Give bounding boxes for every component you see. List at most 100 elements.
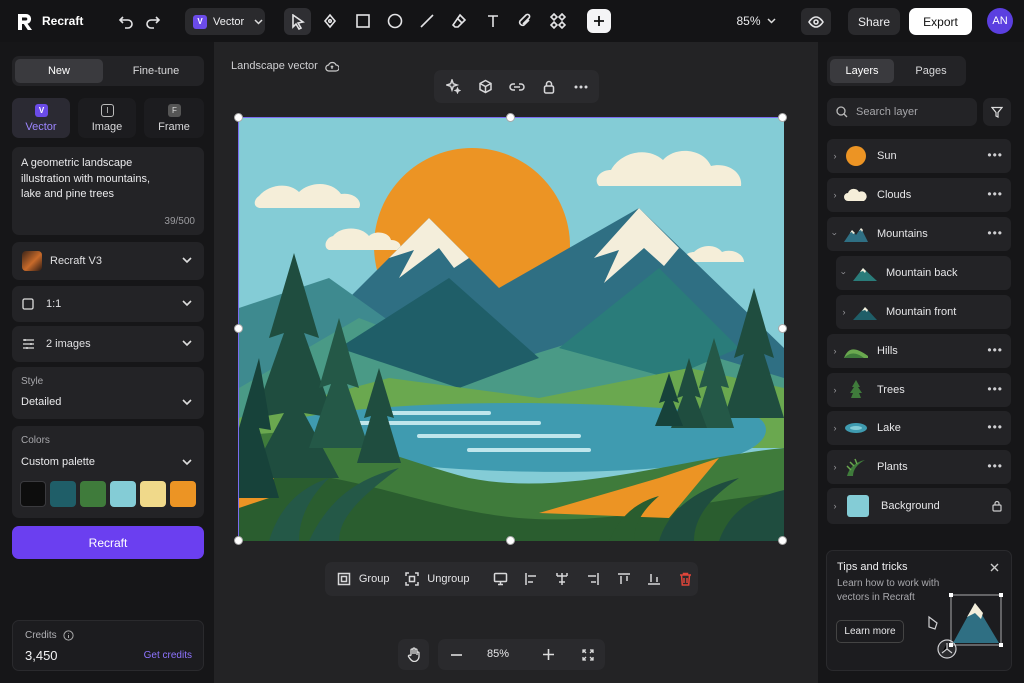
align-left-icon[interactable]: [518, 562, 544, 596]
3d-cube-icon[interactable]: [469, 70, 501, 103]
expand-chevron-icon[interactable]: ›: [827, 501, 843, 511]
resize-handle-bottom-left[interactable]: [234, 536, 243, 545]
resize-handle-left[interactable]: [234, 324, 243, 333]
canvas-title[interactable]: Landscape vector: [231, 60, 318, 72]
layer-more-icon[interactable]: •••: [987, 188, 1003, 200]
align-center-icon[interactable]: [549, 562, 575, 596]
layer-row-clouds[interactable]: › Clouds •••: [827, 178, 1011, 212]
resize-handle-top-left[interactable]: [234, 113, 243, 122]
avatar[interactable]: AN: [987, 8, 1013, 34]
layer-row-background[interactable]: › Background: [827, 488, 1011, 524]
delete-icon[interactable]: [672, 562, 698, 596]
group-button[interactable]: Group: [359, 573, 390, 585]
select-tool-icon[interactable]: [284, 8, 311, 35]
layer-more-icon[interactable]: •••: [987, 227, 1003, 239]
recraft-generate-button[interactable]: Recraft: [12, 526, 204, 559]
artwork-selection[interactable]: [238, 117, 784, 541]
learn-more-button[interactable]: Learn more: [836, 620, 904, 643]
layer-search[interactable]: Search layer: [827, 98, 977, 126]
resize-handle-bottom-right[interactable]: [778, 536, 787, 545]
lock-icon[interactable]: [533, 70, 565, 103]
resize-handle-top[interactable]: [506, 113, 515, 122]
zoom-dropdown[interactable]: 85%: [728, 9, 784, 33]
pen-tool-icon[interactable]: [318, 9, 342, 33]
eraser-tool-icon[interactable]: [447, 9, 471, 33]
collapse-chevron-icon[interactable]: ›: [839, 265, 849, 281]
hand-tool-icon[interactable]: [398, 639, 429, 670]
attach-tool-icon[interactable]: [513, 9, 537, 33]
ratio-dropdown[interactable]: 1:1: [12, 286, 204, 322]
type-vector[interactable]: V Vector: [12, 98, 70, 138]
text-tool-icon[interactable]: [481, 9, 505, 33]
resize-handle-top-right[interactable]: [778, 113, 787, 122]
chevron-down-icon[interactable]: [182, 459, 192, 466]
zoom-out-icon[interactable]: [442, 639, 470, 670]
image-count-dropdown[interactable]: 2 images: [12, 326, 204, 362]
preview-eye-icon[interactable]: [801, 8, 831, 35]
layer-row-mountain-back[interactable]: › Mountain back: [836, 256, 1011, 290]
search-input[interactable]: Search layer: [856, 106, 918, 118]
layer-more-icon[interactable]: •••: [987, 149, 1003, 161]
layer-row-mountains[interactable]: › Mountains •••: [827, 217, 1011, 251]
tab-new[interactable]: New: [15, 59, 103, 83]
recraft-logo-icon[interactable]: [14, 11, 36, 33]
layer-row-mountain-front[interactable]: › Mountain front: [836, 295, 1011, 329]
align-top-icon[interactable]: [611, 562, 637, 596]
expand-chevron-icon[interactable]: ›: [827, 423, 843, 433]
resize-handle-right[interactable]: [778, 324, 787, 333]
expand-chevron-icon[interactable]: ›: [827, 462, 843, 472]
color-swatch[interactable]: [110, 481, 136, 507]
collapse-chevron-icon[interactable]: ›: [830, 226, 840, 242]
components-tool-icon[interactable]: [546, 9, 570, 33]
type-frame[interactable]: F Frame: [144, 98, 204, 138]
expand-chevron-icon[interactable]: ›: [827, 385, 843, 395]
layer-more-icon[interactable]: •••: [987, 460, 1003, 472]
expand-chevron-icon[interactable]: ›: [827, 346, 843, 356]
layer-more-icon[interactable]: •••: [987, 383, 1003, 395]
layer-row-sun[interactable]: › Sun •••: [827, 139, 1011, 173]
expand-chevron-icon[interactable]: ›: [827, 151, 843, 161]
layer-row-trees[interactable]: › Trees •••: [827, 373, 1011, 407]
expand-chevron-icon[interactable]: ›: [836, 307, 852, 317]
layer-more-icon[interactable]: •••: [987, 344, 1003, 356]
resize-handle-bottom[interactable]: [506, 536, 515, 545]
color-swatch[interactable]: [50, 481, 76, 507]
rectangle-tool-icon[interactable]: [351, 9, 375, 33]
line-tool-icon[interactable]: [415, 9, 439, 33]
layer-row-plants[interactable]: › Plants •••: [827, 450, 1011, 484]
lock-icon[interactable]: [992, 500, 1002, 512]
add-icon[interactable]: [587, 9, 611, 33]
layer-more-icon[interactable]: •••: [987, 421, 1003, 433]
get-credits-link[interactable]: Get credits: [144, 650, 192, 661]
tab-pages[interactable]: Pages: [899, 59, 963, 83]
type-image[interactable]: I Image: [78, 98, 136, 138]
export-button[interactable]: Export: [909, 8, 972, 35]
redo-icon[interactable]: [141, 9, 165, 33]
layer-row-hills[interactable]: › Hills •••: [827, 334, 1011, 368]
filter-icon[interactable]: [983, 98, 1011, 126]
share-button[interactable]: Share: [848, 8, 900, 35]
more-options-icon[interactable]: [565, 70, 597, 103]
color-swatch[interactable]: [140, 481, 166, 507]
expand-chevron-icon[interactable]: ›: [827, 190, 843, 200]
mode-dropdown[interactable]: V Vector: [185, 8, 265, 35]
ellipse-tool-icon[interactable]: [383, 9, 407, 33]
ungroup-button[interactable]: Ungroup: [427, 573, 469, 585]
zoom-in-icon[interactable]: [534, 639, 562, 670]
color-swatch[interactable]: [170, 481, 196, 507]
fit-screen-icon[interactable]: [574, 639, 602, 670]
link-icon[interactable]: [501, 70, 533, 103]
colors-value[interactable]: Custom palette: [21, 456, 95, 468]
layer-row-lake[interactable]: › Lake •••: [827, 411, 1011, 445]
frame-select-icon[interactable]: [488, 562, 514, 596]
undo-icon[interactable]: [114, 9, 138, 33]
align-right-icon[interactable]: [580, 562, 606, 596]
align-bottom-icon[interactable]: [641, 562, 667, 596]
color-swatch[interactable]: [20, 481, 46, 507]
color-swatch[interactable]: [80, 481, 106, 507]
prompt-input[interactable]: A geometric landscape illustration with …: [12, 147, 204, 235]
tab-layers[interactable]: Layers: [830, 59, 894, 83]
info-icon[interactable]: [63, 630, 74, 641]
close-icon[interactable]: [990, 563, 999, 572]
style-dropdown[interactable]: Style Detailed: [12, 367, 204, 419]
